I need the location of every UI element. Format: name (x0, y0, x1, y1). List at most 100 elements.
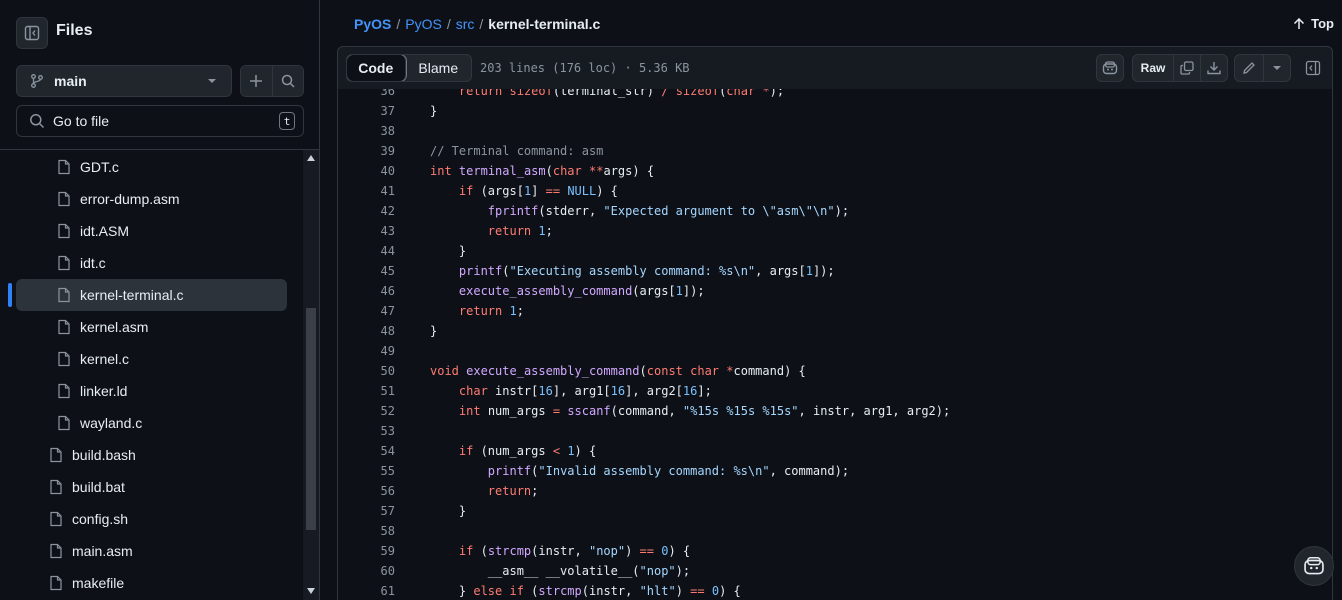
line-number[interactable]: 45 (338, 264, 395, 278)
code-line[interactable]: 45 printf("Executing assembly command: %… (338, 261, 1332, 281)
go-to-file-input[interactable]: Go to file t (16, 105, 304, 137)
code-line[interactable]: 44 } (338, 241, 1332, 261)
code-line[interactable]: 60 __asm__ __volatile__("nop"); (338, 561, 1332, 581)
line-number[interactable]: 58 (338, 524, 395, 538)
code-line[interactable]: 46 execute_assembly_command(args[1]); (338, 281, 1332, 301)
branch-selector-button[interactable]: main (16, 65, 232, 97)
code-line[interactable]: 43 return 1; (338, 221, 1332, 241)
code-text: execute_assembly_command(args[1]); (458, 284, 705, 298)
line-number[interactable]: 51 (338, 384, 395, 398)
code-text: } (430, 504, 467, 518)
copilot-ask-button[interactable] (1096, 54, 1124, 82)
back-to-top-link[interactable]: Top (1293, 16, 1334, 31)
line-number[interactable]: 36 (338, 89, 395, 98)
line-number[interactable]: 42 (338, 204, 395, 218)
line-number[interactable]: 46 (338, 284, 395, 298)
tree-item-label: idt.c (80, 255, 106, 271)
line-number[interactable]: 61 (338, 584, 395, 598)
line-number[interactable]: 55 (338, 464, 395, 478)
tree-item-label: build.bat (72, 479, 125, 495)
tree-item[interactable]: kernel.asm (56, 311, 287, 343)
tree-item[interactable]: idt.ASM (56, 215, 287, 247)
line-number[interactable]: 60 (338, 564, 395, 578)
tree-item[interactable]: main.asm (48, 535, 287, 567)
breadcrumb-repo-link[interactable]: PyOS (354, 16, 391, 32)
code-text: int num_args = sscanf(command, "%15s %15… (458, 404, 951, 418)
code-line[interactable]: 40 int terminal_asm(char **args) { (338, 161, 1332, 181)
tree-item[interactable]: build.bash (48, 439, 287, 471)
code-line[interactable]: 41 if (args[1] == NULL) { (338, 181, 1332, 201)
tree-item[interactable]: linker.ld (56, 375, 287, 407)
code-line[interactable]: 36 return sizeof(terminal_str) / sizeof(… (338, 89, 1332, 101)
tree-item[interactable]: makefile (48, 567, 287, 599)
code-line[interactable]: 38 (338, 121, 1332, 141)
line-number[interactable]: 53 (338, 424, 395, 438)
line-number[interactable]: 38 (338, 124, 395, 138)
scrollbar-thumb[interactable] (306, 308, 316, 530)
tab-code[interactable]: Code (347, 55, 407, 81)
symbols-panel-button[interactable] (1300, 54, 1326, 82)
code-line[interactable]: 55 printf("Invalid assembly command: %s\… (338, 461, 1332, 481)
code-line[interactable]: 57 } (338, 501, 1332, 521)
code-line[interactable]: 49 (338, 341, 1332, 361)
file-tree-scrollbar[interactable] (303, 150, 319, 600)
code-text: if (strcmp(instr, "nop") == 0) { (458, 544, 691, 558)
code-line[interactable]: 51 char instr[16], arg1[16], arg2[16]; (338, 381, 1332, 401)
code-line[interactable]: 50 void execute_assembly_command(const ch… (338, 361, 1332, 381)
code-line[interactable]: 59 if (strcmp(instr, "nop") == 0) { (338, 541, 1332, 561)
copy-raw-button[interactable] (1173, 55, 1200, 81)
tree-item[interactable]: kernel.c (56, 343, 287, 375)
line-number[interactable]: 49 (338, 344, 395, 358)
scroll-up-arrow-icon[interactable] (306, 153, 316, 163)
copilot-chat-button[interactable] (1294, 546, 1334, 586)
code-line[interactable]: 37} (338, 101, 1332, 121)
tree-item[interactable]: build.bat (48, 471, 287, 503)
scroll-down-arrow-icon[interactable] (306, 586, 316, 596)
code-view[interactable]: 36 return sizeof(terminal_str) / sizeof(… (337, 89, 1333, 600)
code-line[interactable]: 39 // Terminal command: asm (338, 141, 1332, 161)
code-line[interactable]: 48} (338, 321, 1332, 341)
line-number[interactable]: 52 (338, 404, 395, 418)
download-raw-button[interactable] (1200, 55, 1227, 81)
add-file-button[interactable] (241, 66, 272, 96)
tree-item[interactable]: GDT.c (56, 151, 287, 183)
line-number[interactable]: 50 (338, 364, 395, 378)
line-number[interactable]: 43 (338, 224, 395, 238)
tree-item[interactable]: config.sh (48, 503, 287, 535)
line-number[interactable]: 41 (338, 184, 395, 198)
line-number[interactable]: 37 (338, 104, 395, 118)
line-number[interactable]: 44 (338, 244, 395, 258)
line-number[interactable]: 54 (338, 444, 395, 458)
line-number[interactable]: 48 (338, 324, 395, 338)
breadcrumb-src-link[interactable]: src (456, 16, 475, 32)
tree-item[interactable]: idt.c (56, 247, 287, 279)
top-label: Top (1311, 16, 1334, 31)
code-line[interactable]: 58 (338, 521, 1332, 541)
code-line[interactable]: 53 (338, 421, 1332, 441)
line-number[interactable]: 56 (338, 484, 395, 498)
search-code-button[interactable] (271, 66, 303, 96)
code-line[interactable]: 54 if (num_args < 1) { (338, 441, 1332, 461)
tree-item[interactable]: error-dump.asm (56, 183, 287, 215)
code-line[interactable]: 61 } else if (strcmp(instr, "hlt") == 0)… (338, 581, 1332, 600)
tree-item[interactable]: wayland.c (56, 407, 287, 439)
code-line[interactable]: 56 return; (338, 481, 1332, 501)
edit-options-dropdown[interactable] (1263, 55, 1290, 81)
edit-file-button[interactable] (1235, 55, 1263, 81)
code-line[interactable]: 42 fprintf(stderr, "Expected argument to… (338, 201, 1332, 221)
pencil-icon (1243, 62, 1255, 74)
line-number[interactable]: 39 (338, 144, 395, 158)
code-line[interactable]: 47 return 1; (338, 301, 1332, 321)
tree-item[interactable]: kernel-terminal.c (16, 279, 287, 311)
chevron-down-icon (208, 79, 216, 83)
line-number[interactable]: 57 (338, 504, 395, 518)
line-number[interactable]: 59 (338, 544, 395, 558)
raw-button[interactable]: Raw (1133, 55, 1173, 81)
breadcrumb-folder-link[interactable]: PyOS (405, 16, 442, 32)
line-number[interactable]: 47 (338, 304, 395, 318)
collapse-sidebar-button[interactable] (16, 17, 48, 49)
code-line[interactable]: 52 int num_args = sscanf(command, "%15s … (338, 401, 1332, 421)
line-number[interactable]: 40 (338, 164, 395, 178)
code-text: return 1; (458, 304, 524, 318)
tab-blame[interactable]: Blame (406, 55, 471, 81)
